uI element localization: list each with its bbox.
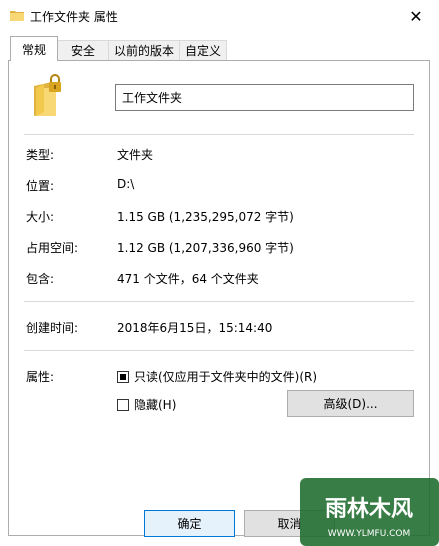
created-label: 创建时间:	[26, 321, 79, 335]
readonly-checkbox[interactable]	[117, 371, 129, 383]
folder-icon	[10, 11, 24, 21]
general-panel	[8, 60, 430, 536]
size-on-disk-label: 占用空间:	[26, 241, 79, 255]
contains-label: 包含:	[26, 272, 55, 286]
location-label: 位置:	[26, 179, 55, 193]
location-value: D:\	[117, 177, 135, 191]
watermark-logo: 雨林木风 WWW.YLMFU.COM	[300, 478, 439, 546]
folder-name-input[interactable]	[115, 84, 414, 111]
ok-button[interactable]: 确定	[144, 510, 235, 537]
tab-label: 常规	[21, 42, 46, 57]
tab-label: 自定义	[184, 44, 221, 58]
locked-folder-icon	[34, 74, 61, 116]
svg-text:雨林木风: 雨林木风	[325, 497, 413, 522]
separator	[24, 301, 414, 302]
created-value: 2018年6月15日，15:14:40	[117, 321, 273, 335]
separator	[24, 350, 414, 351]
advanced-button-label: 高级(D)...	[323, 397, 378, 411]
cancel-button-label: 取消	[277, 517, 302, 531]
readonly-label: 只读(仅应用于文件夹中的文件)(R)	[134, 370, 318, 384]
advanced-button[interactable]: 高级(D)...	[287, 390, 414, 417]
size-on-disk-value: 1.12 GB (1,207,336,960 字节)	[117, 241, 294, 255]
window-title: 工作文件夹 属性	[30, 10, 118, 24]
ok-button-label: 确定	[177, 517, 202, 531]
tab-general[interactable]: 常规	[10, 36, 58, 61]
attributes-label: 属性:	[26, 370, 55, 384]
close-button[interactable]: ✕	[393, 0, 439, 32]
size-value: 1.15 GB (1,235,295,072 字节)	[117, 210, 294, 224]
hidden-checkbox[interactable]	[117, 399, 129, 411]
tab-label: 以前的版本	[113, 44, 174, 58]
type-label: 类型:	[26, 148, 55, 162]
tab-customize[interactable]: 自定义	[179, 40, 227, 60]
svg-text:WWW.YLMFU.COM: WWW.YLMFU.COM	[328, 529, 411, 539]
tab-previous-versions[interactable]: 以前的版本	[108, 40, 180, 60]
hidden-label: 隐藏(H)	[134, 398, 177, 412]
tab-label: 安全	[70, 44, 95, 58]
contains-value: 471 个文件，64 个文件夹	[117, 272, 259, 286]
type-value: 文件夹	[117, 148, 154, 162]
separator	[24, 134, 414, 135]
size-label: 大小:	[26, 210, 55, 224]
tab-security[interactable]: 安全	[57, 40, 109, 60]
close-icon: ✕	[409, 6, 423, 26]
